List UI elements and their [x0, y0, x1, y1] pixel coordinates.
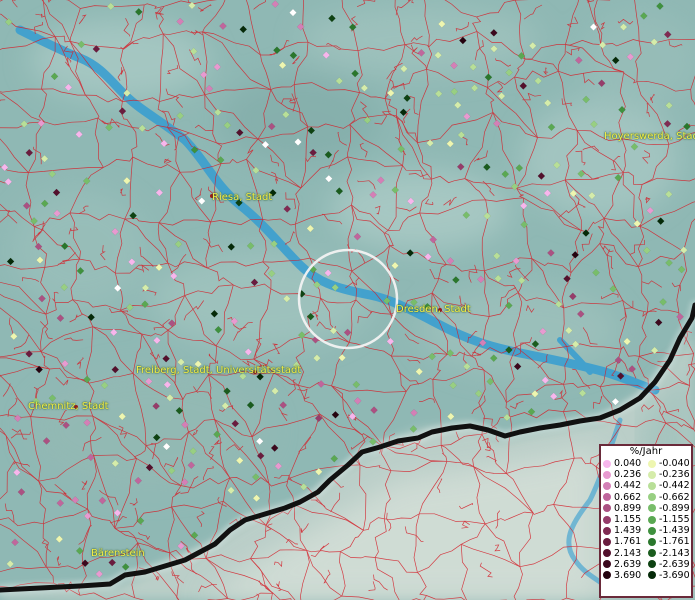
legend-row: 3.690 — [603, 570, 648, 581]
legend-swatch — [648, 571, 656, 580]
legend-swatch — [603, 459, 611, 468]
legend-value: -1.439 — [659, 525, 690, 537]
legend-row: 1.761 — [603, 536, 648, 547]
legend-row: 1.155 — [603, 514, 648, 525]
legend-value: -1.761 — [659, 536, 690, 548]
legend-value: -2.639 — [659, 558, 690, 570]
legend-swatch — [603, 515, 611, 524]
legend-value: 0.662 — [614, 491, 642, 503]
legend-swatch — [603, 493, 611, 502]
legend-value: 2.143 — [614, 547, 642, 559]
legend-swatch — [603, 504, 611, 513]
legend-swatch — [648, 515, 656, 524]
legend-swatch — [648, 459, 656, 468]
legend: %/Jahr 0.040 0.236 0.442 0.662 0.899 1.155 1.4… — [599, 444, 693, 598]
legend-row: -3.690 — [648, 570, 690, 581]
legend-negative-column: -0.040 -0.236 -0.442 -0.662 -0.899 -1.155 -1.4… — [648, 458, 690, 581]
legend-swatch — [603, 560, 611, 569]
legend-row: -0.899 — [648, 503, 690, 514]
legend-row: 0.442 — [603, 480, 648, 491]
legend-row: 2.639 — [603, 559, 648, 570]
legend-row: -2.639 — [648, 559, 690, 570]
legend-row: -1.439 — [648, 525, 690, 536]
legend-swatch — [648, 549, 656, 558]
legend-swatch — [648, 504, 656, 513]
legend-positive-column: 0.040 0.236 0.442 0.662 0.899 1.155 1.439 1.761… — [603, 458, 648, 581]
legend-swatch — [648, 560, 656, 569]
legend-value: -0.040 — [659, 458, 690, 470]
legend-swatch — [648, 526, 656, 535]
city-label-baerenstein: Bärenstein — [91, 548, 145, 559]
legend-value: -1.155 — [659, 514, 690, 526]
legend-row: 0.899 — [603, 503, 648, 514]
legend-row: 0.236 — [603, 469, 648, 480]
legend-row: 1.439 — [603, 525, 648, 536]
legend-swatch — [603, 481, 611, 490]
city-label-hoyerswerda: Hoyerswerda, Stadt — [604, 131, 695, 142]
legend-row: -0.040 — [648, 458, 690, 469]
legend-swatch — [603, 470, 611, 479]
legend-swatch — [648, 537, 656, 546]
legend-value: -2.143 — [659, 547, 690, 559]
city-label-riesa: Riesa, Stadt — [212, 192, 273, 203]
legend-value: -0.236 — [659, 469, 690, 481]
legend-row: 0.040 — [603, 458, 648, 469]
legend-title: %/Jahr — [629, 446, 663, 457]
legend-value: -3.690 — [659, 569, 690, 581]
legend-value: 2.639 — [614, 558, 642, 570]
legend-value: 0.040 — [614, 458, 642, 470]
city-label-dresden: Dresden, Stadt — [396, 304, 471, 315]
legend-value: 0.236 — [614, 469, 642, 481]
legend-row: -1.155 — [648, 514, 690, 525]
legend-swatch — [648, 481, 656, 490]
legend-row: -0.236 — [648, 469, 690, 480]
legend-value: 3.690 — [614, 569, 642, 581]
legend-value: -0.442 — [659, 480, 690, 492]
legend-row: -0.442 — [648, 480, 690, 491]
legend-value: 0.442 — [614, 480, 642, 492]
city-label-freiberg: Freiberg, Stadt, Universitätsstadt — [136, 365, 302, 376]
legend-value: 1.155 — [614, 514, 642, 526]
legend-value: 1.761 — [614, 536, 642, 548]
legend-swatch — [603, 549, 611, 558]
legend-swatch — [603, 526, 611, 535]
legend-swatch — [648, 493, 656, 502]
legend-swatch — [603, 537, 611, 546]
legend-value: -0.899 — [659, 502, 690, 514]
legend-row: 2.143 — [603, 548, 648, 559]
legend-row: -1.761 — [648, 536, 690, 547]
legend-row: 0.662 — [603, 492, 648, 503]
city-label-chemnitz: Chemnitz, Stadt — [28, 401, 109, 412]
legend-value: -0.662 — [659, 491, 690, 503]
legend-row: -0.662 — [648, 492, 690, 503]
legend-swatch — [648, 470, 656, 479]
legend-value: 0.899 — [614, 502, 642, 514]
legend-swatch — [603, 571, 611, 580]
legend-value: 1.439 — [614, 525, 642, 537]
map-canvas[interactable] — [0, 0, 695, 600]
legend-row: -2.143 — [648, 548, 690, 559]
